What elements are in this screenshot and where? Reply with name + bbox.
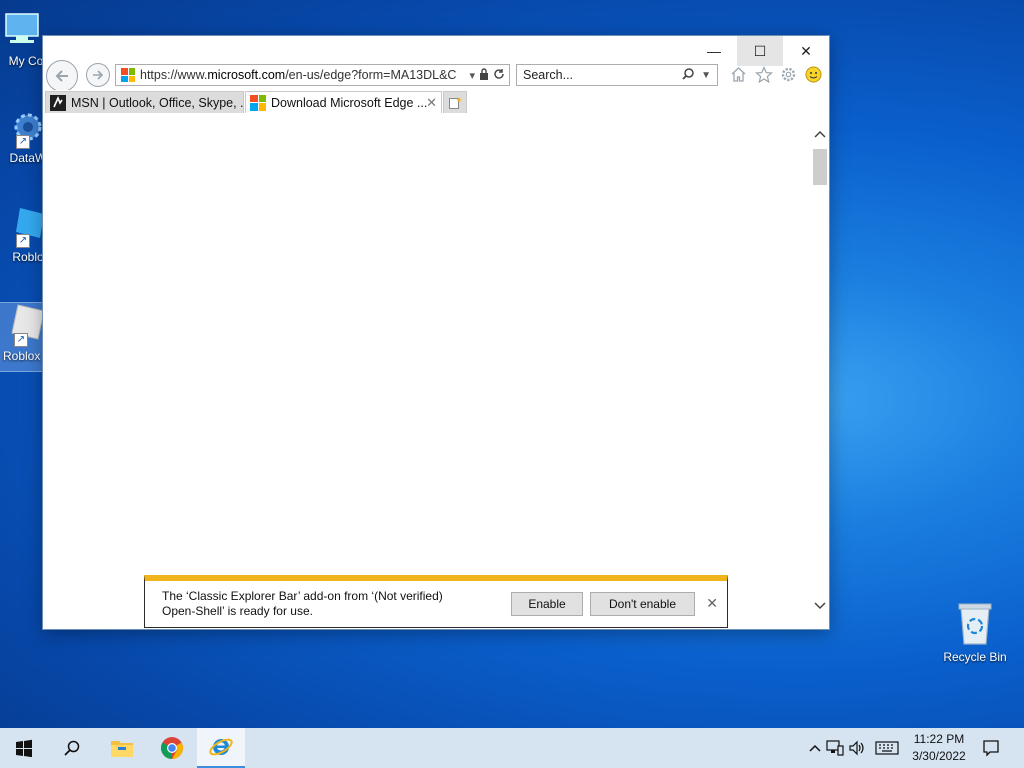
- folder-icon: [111, 741, 133, 757]
- search-box[interactable]: Search... ▼: [516, 64, 718, 86]
- new-tab-button[interactable]: [443, 91, 467, 113]
- notification-center-icon: [983, 740, 999, 757]
- file-explorer-button[interactable]: [98, 728, 146, 768]
- tab-label: Download Microsoft Edge ...: [271, 95, 428, 110]
- search-icon: [64, 740, 80, 756]
- roblox-studio-icon: ↗: [0, 204, 44, 248]
- keyboard-icon[interactable]: [872, 741, 902, 755]
- taskbar: 11:22 PM 3/30/2022: [0, 728, 1024, 768]
- tab-close-icon[interactable]: ✕: [426, 95, 437, 111]
- forward-button[interactable]: [86, 63, 110, 87]
- network-icon[interactable]: [824, 740, 846, 756]
- notification-close-icon[interactable]: ✕: [706, 595, 718, 612]
- msn-favicon-icon: [50, 94, 66, 111]
- roblox-icon: ↗: [0, 303, 45, 347]
- home-icon[interactable]: [729, 65, 748, 84]
- clock-date: 3/30/2022: [912, 749, 966, 763]
- start-button[interactable]: [0, 728, 48, 768]
- addon-notification-bar: The ‘Classic Explorer Bar’ add-on from ‘…: [144, 575, 728, 628]
- url-text: https://www.microsoft.com/en-us/edge?for…: [140, 68, 457, 82]
- search-dropdown-icon[interactable]: ▼: [701, 70, 711, 81]
- settings-gear-icon[interactable]: [779, 65, 798, 84]
- search-icon[interactable]: [681, 67, 695, 84]
- tab-msn[interactable]: MSN | Outlook, Office, Skype, ...: [45, 91, 244, 113]
- notification-message: The ‘Classic Explorer Bar’ add-on from ‘…: [162, 589, 443, 618]
- vertical-scrollbar[interactable]: [811, 113, 829, 629]
- search-taskbar-button[interactable]: [48, 728, 96, 768]
- microsoft-logo-icon: [121, 68, 135, 82]
- desktop-icon-recycle-bin[interactable]: Recycle Bin: [937, 600, 1013, 664]
- chrome-button[interactable]: [148, 728, 196, 768]
- lock-icon[interactable]: [479, 67, 489, 83]
- navigation-bar: https://www.microsoft.com/en-us/edge?for…: [43, 60, 829, 92]
- search-input[interactable]: Search...: [523, 68, 681, 82]
- scroll-thumb[interactable]: [813, 149, 827, 185]
- recycle-bin-icon: [955, 600, 995, 646]
- windows-logo-icon: [16, 739, 32, 757]
- computer-icon: [0, 8, 44, 52]
- favorites-star-icon[interactable]: [754, 65, 773, 84]
- microsoft-favicon-icon: [250, 94, 266, 111]
- internet-explorer-icon: [209, 738, 233, 756]
- chrome-icon: [161, 737, 183, 759]
- smiley-feedback-icon[interactable]: [804, 65, 823, 84]
- enable-button[interactable]: Enable: [511, 592, 583, 616]
- shortcut-arrow-icon: ↗: [16, 135, 30, 149]
- back-arrow-icon: [55, 70, 68, 82]
- recycle-bin-label: Recycle Bin: [943, 650, 1007, 664]
- system-clock[interactable]: 11:22 PM 3/30/2022: [900, 731, 978, 765]
- gear-icon: ↗: [0, 105, 44, 149]
- shortcut-arrow-icon: ↗: [16, 234, 30, 248]
- back-button[interactable]: [46, 60, 78, 92]
- desktop-icon-roblox-player[interactable]: ↗ Roblox: [0, 302, 45, 372]
- desktop-icon-label: Roblox: [3, 349, 41, 363]
- refresh-icon[interactable]: [493, 68, 505, 83]
- tab-label: MSN | Outlook, Office, Skype, ...: [71, 95, 244, 110]
- dropdown-arrow-icon[interactable]: ▾: [469, 69, 475, 82]
- address-bar[interactable]: https://www.microsoft.com/en-us/edge?for…: [115, 64, 510, 86]
- tab-download-edge[interactable]: Download Microsoft Edge ... ✕: [245, 91, 442, 113]
- dont-enable-button[interactable]: Don't enable: [590, 592, 695, 616]
- show-hidden-icons-icon[interactable]: [806, 744, 824, 752]
- volume-icon[interactable]: [846, 740, 868, 756]
- new-tab-icon: [449, 96, 462, 109]
- browser-window: — ☐ ✕ https://www.microsoft.com/en-us/ed…: [43, 36, 829, 629]
- internet-explorer-button[interactable]: [197, 728, 245, 768]
- page-content[interactable]: [43, 113, 811, 629]
- tab-strip: MSN | Outlook, Office, Skype, ... Downlo…: [43, 90, 829, 113]
- shortcut-arrow-icon: ↗: [14, 333, 28, 347]
- action-center-button[interactable]: [968, 728, 1014, 768]
- clock-time: 11:22 PM: [913, 732, 965, 746]
- scroll-down-icon[interactable]: [811, 597, 829, 615]
- scroll-up-icon[interactable]: [811, 125, 829, 143]
- forward-arrow-icon: [93, 70, 104, 80]
